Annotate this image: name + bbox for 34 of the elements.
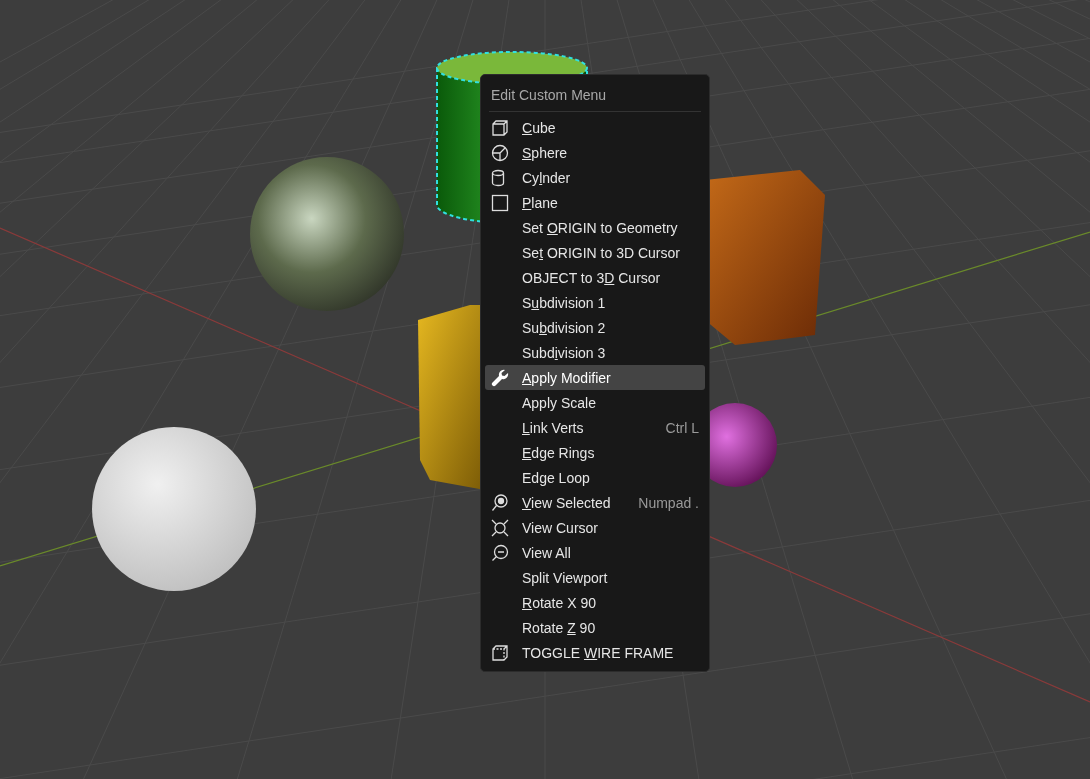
cursor-frame-icon — [491, 518, 509, 537]
sphere-icon — [491, 143, 509, 162]
menu-item[interactable]: Cylnder — [485, 165, 705, 190]
menu-item[interactable]: View All — [485, 540, 705, 565]
menu-item[interactable]: Sphere — [485, 140, 705, 165]
menu-item[interactable]: Apply Scale — [485, 390, 705, 415]
wireframe-cube-icon — [491, 643, 509, 662]
menu-title: Edit Custom Menu — [490, 86, 608, 105]
zoom-out-icon — [491, 543, 509, 562]
menu-item[interactable]: Subdivision 1 — [485, 290, 705, 315]
menu-item[interactable]: TOGGLE WIRE FRAME — [485, 640, 705, 665]
square-icon — [491, 193, 509, 212]
menu-item[interactable]: Rotate X 90 — [485, 590, 705, 615]
menu-item[interactable]: Cube — [485, 115, 705, 140]
menu-item[interactable]: Link Verts Ctrl L — [485, 415, 705, 440]
menu-item[interactable]: Split Viewport — [485, 565, 705, 590]
menu-item[interactable]: Edge Loop — [485, 465, 705, 490]
cylinder-icon — [491, 168, 505, 187]
menu-item[interactable]: Subdivision 2 — [485, 315, 705, 340]
menu-item[interactable]: Set ORIGIN to 3D Cursor — [485, 240, 705, 265]
wrench-icon — [491, 368, 509, 387]
menu-item[interactable]: Apply Modifier — [485, 365, 705, 390]
magnifier-icon — [491, 493, 509, 512]
menu-item[interactable]: Set ORIGIN to Geometry — [485, 215, 705, 240]
menu-item[interactable]: Plane — [485, 190, 705, 215]
shortcut-text: Ctrl L — [665, 419, 699, 436]
cube-icon — [491, 118, 509, 137]
menu-item[interactable]: Rotate Z 90 — [485, 615, 705, 640]
menu-item[interactable]: Subdivision 3 — [485, 340, 705, 365]
menu-item[interactable]: View Cursor — [485, 515, 705, 540]
menu-item[interactable]: Edge Rings — [485, 440, 705, 465]
menu-item[interactable]: OBJECT to 3D Cursor — [485, 265, 705, 290]
shortcut-text: Numpad . — [638, 494, 699, 511]
menu-item[interactable]: View Selected Numpad . — [485, 490, 705, 515]
